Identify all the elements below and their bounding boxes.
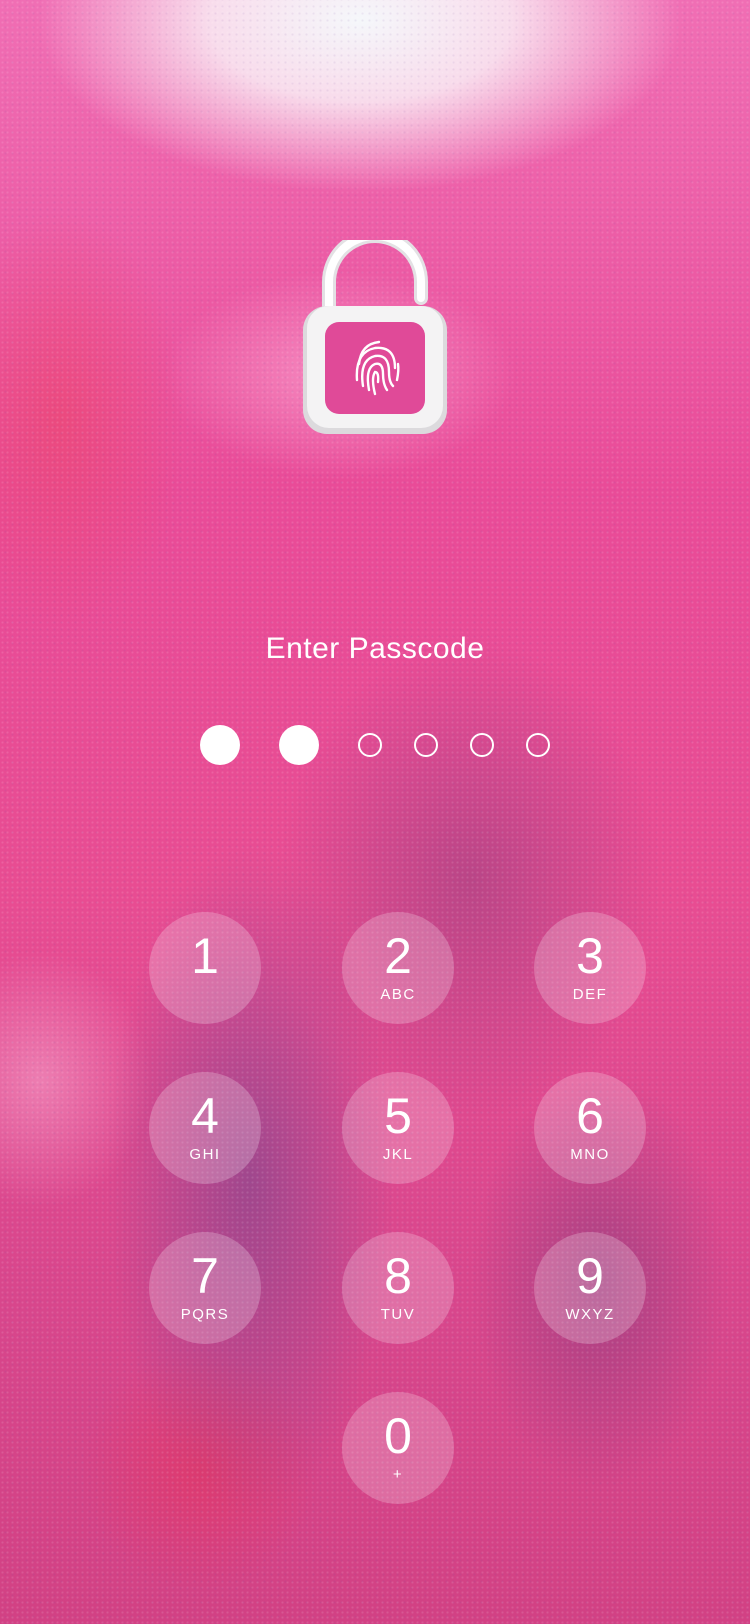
keypad-digit: 5 [384,1088,412,1144]
passcode-dot-empty [414,733,438,757]
keypad-digit: 8 [384,1248,412,1304]
keypad-key-6[interactable]: 6 MNO [534,1072,646,1184]
keypad-letters: ABC [380,986,416,1003]
keypad-letters: TUV [380,1306,416,1323]
passcode-dot-empty [470,733,494,757]
keypad-digit: 1 [191,928,219,984]
keypad-key-9[interactable]: 9 WXYZ [534,1232,646,1344]
keypad-letters: WXYZ [565,1306,615,1323]
keypad-key-0[interactable]: 0 + [342,1392,454,1504]
keypad-digit: 2 [384,928,412,984]
passcode-dot-filled [200,725,240,765]
passcode-dot-empty [358,733,382,757]
keypad-key-7[interactable]: 7 PQRS [149,1232,261,1344]
passcode-dot-empty [526,733,550,757]
keypad-letters: MNO [570,1146,610,1163]
passcode-dot-filled [279,725,319,765]
unlocked-padlock-fingerprint-icon [303,240,447,434]
keypad-key-8[interactable]: 8 TUV [342,1232,454,1344]
keypad-letters: GHI [189,1146,221,1163]
keypad-digit: 6 [576,1088,604,1144]
keypad-digit: 9 [576,1248,604,1304]
keypad-key-1[interactable]: 1 [149,912,261,1024]
keypad-digit: 7 [191,1248,219,1304]
keypad-key-4[interactable]: 4 GHI [149,1072,261,1184]
keypad-letters: DEF [572,986,608,1003]
keypad-digit: 0 [384,1408,412,1464]
enter-passcode-label: Enter Passcode [265,632,485,665]
keypad-key-5[interactable]: 5 JKL [342,1072,454,1184]
keypad-digit: 4 [191,1088,219,1144]
keypad-letters: + [392,1466,404,1483]
keypad-key-2[interactable]: 2 ABC [342,912,454,1024]
keypad-letters: PQRS [180,1306,230,1323]
keypad-key-3[interactable]: 3 DEF [534,912,646,1024]
keypad-letters: JKL [382,1146,414,1163]
keypad-digit: 3 [576,928,604,984]
